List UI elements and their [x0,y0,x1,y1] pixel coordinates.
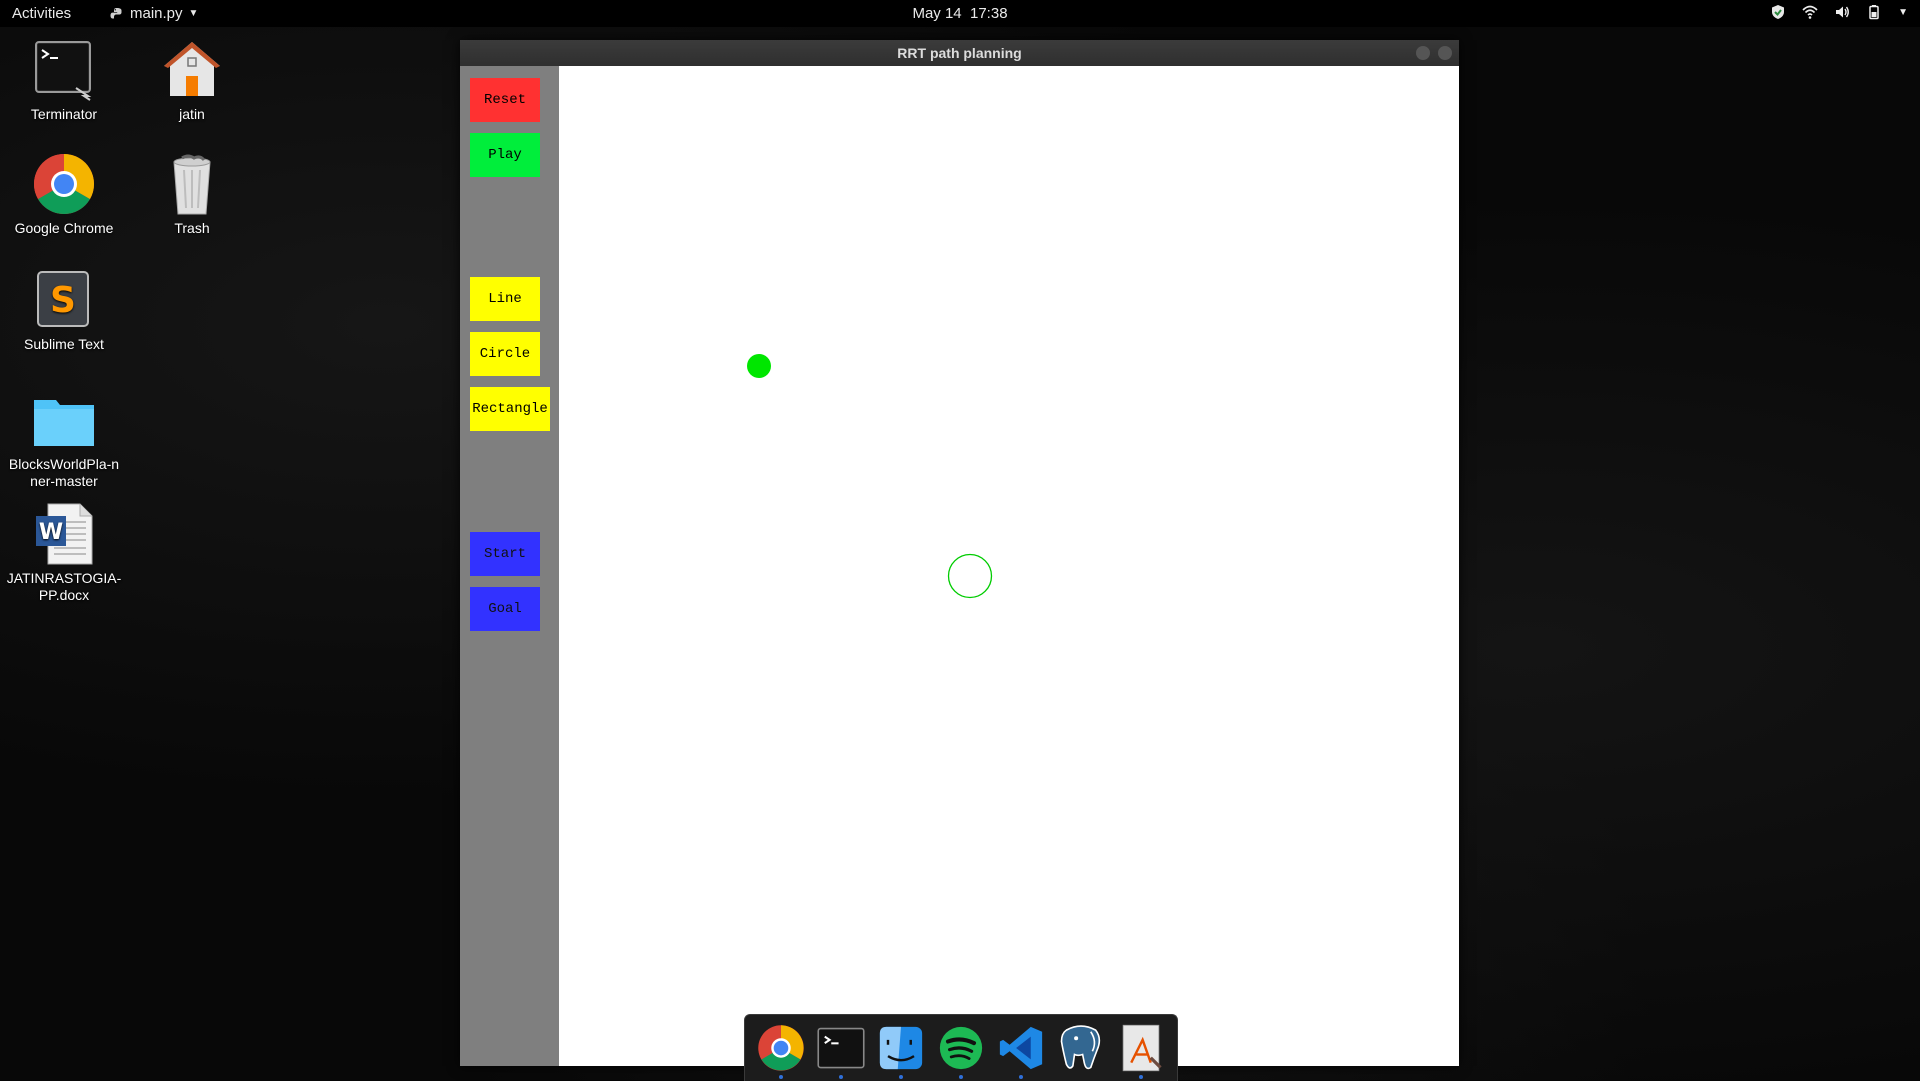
home-folder-icon [160,38,224,102]
word-doc-icon: W [32,502,96,566]
desktop-icon-label: Terminator [30,106,98,122]
tool-panel: Reset Play Line Circle Rectangle Start G… [460,66,559,1066]
rrt-window: RRT path planning Reset Play Line Circle… [460,40,1459,1066]
running-indicator [1019,1075,1023,1079]
dock-item-postgres[interactable] [1055,1022,1107,1074]
svg-text:S: S [50,280,76,321]
chevron-down-icon[interactable]: ▼ [1898,7,1908,18]
wifi-icon[interactable] [1802,4,1818,20]
app-menu-label: main.py [130,5,183,22]
chrome-icon [32,152,96,216]
dock [744,1014,1178,1081]
app-menu[interactable]: main.py ▼ [110,5,198,22]
python-icon [110,7,122,18]
canvas-drawing [747,354,993,599]
clock-date: May 14 [912,5,962,22]
system-tray[interactable]: ▼ [1770,4,1908,20]
window-titlebar[interactable]: RRT path planning [460,40,1459,66]
desktop-icon-jatin[interactable]: jatin [128,38,256,123]
dock-item-vscode[interactable] [995,1022,1047,1079]
clock: May 14 17:38 [0,5,1920,22]
desktop-icon-google-chrome[interactable]: Google Chrome [0,152,128,237]
desktop-icon-label: jatin [179,106,205,122]
desktop-icon-blocksworld-folder[interactable]: BlocksWorldPla-nner-master [0,388,128,490]
line-tool-button[interactable]: Line [470,277,540,321]
rectangle-tool-button[interactable]: Rectangle [470,387,550,431]
folder-icon [32,388,96,452]
chevron-down-icon: ▼ [188,8,199,19]
dock-item-terminal[interactable] [815,1022,867,1079]
shield-icon[interactable] [1770,4,1786,20]
start-tool-button[interactable]: Start [470,532,540,576]
desktop-icon-word-document[interactable]: W JATINRASTOGIA-PP.docx [0,502,128,604]
minimize-button[interactable] [1416,46,1430,60]
running-indicator [959,1075,963,1079]
terminal-icon [32,38,96,102]
dock-item-text-editor[interactable] [1115,1022,1167,1079]
dock-item-chrome[interactable] [755,1022,807,1079]
play-button[interactable]: Play [470,133,540,177]
text-editor-icon [1122,1024,1162,1072]
running-indicator [1139,1075,1143,1079]
desktop-icon-label: JATINRASTOGIA-PP.docx [6,570,122,603]
planning-canvas[interactable] [559,66,1459,1066]
window-title: RRT path planning [897,45,1022,61]
circle-tool-button[interactable]: Circle [470,332,540,376]
running-indicator [899,1075,903,1079]
clock-time: 17:38 [970,5,1008,22]
desktop-icon-terminator[interactable]: Terminator [0,38,128,123]
clock-button[interactable]: May 14 17:38 [912,5,1007,22]
running-indicator [779,1075,783,1079]
desktop-icon-label: Google Chrome [14,220,114,236]
dock-item-spotify[interactable] [935,1022,987,1079]
battery-icon[interactable] [1866,4,1882,20]
terminal-icon [817,1027,865,1069]
finder-icon [879,1026,923,1070]
close-button[interactable] [1438,46,1452,60]
spotify-icon [939,1026,983,1070]
top-bar: Activities main.py ▼ May 14 17:38 ▼ [0,0,1920,27]
desktop-icon-label: Sublime Text [24,336,104,352]
svg-text:W: W [39,520,63,545]
dock-item-finder[interactable] [875,1022,927,1079]
trash-icon [160,152,224,216]
desktop-icon-sublime-text[interactable]: S Sublime Text [0,268,128,353]
running-indicator [839,1075,843,1079]
chrome-icon [758,1025,804,1071]
vscode-icon [999,1026,1043,1070]
start-point-marker [747,354,771,378]
postgres-icon [1060,1025,1101,1070]
desktop-icon-trash[interactable]: Trash [128,152,256,237]
desktop-icon-label: BlocksWorldPla-nner-master [8,456,120,489]
goal-tool-button[interactable]: Goal [470,587,540,631]
desktop-icon-label: Trash [174,220,210,236]
volume-icon[interactable] [1834,4,1850,20]
sublime-icon: S [32,268,96,332]
goal-region-marker [947,553,993,599]
reset-button[interactable]: Reset [470,78,540,122]
activities-button[interactable]: Activities [12,5,71,22]
desktop: Activities main.py ▼ May 14 17:38 ▼ Term… [0,0,1920,1081]
